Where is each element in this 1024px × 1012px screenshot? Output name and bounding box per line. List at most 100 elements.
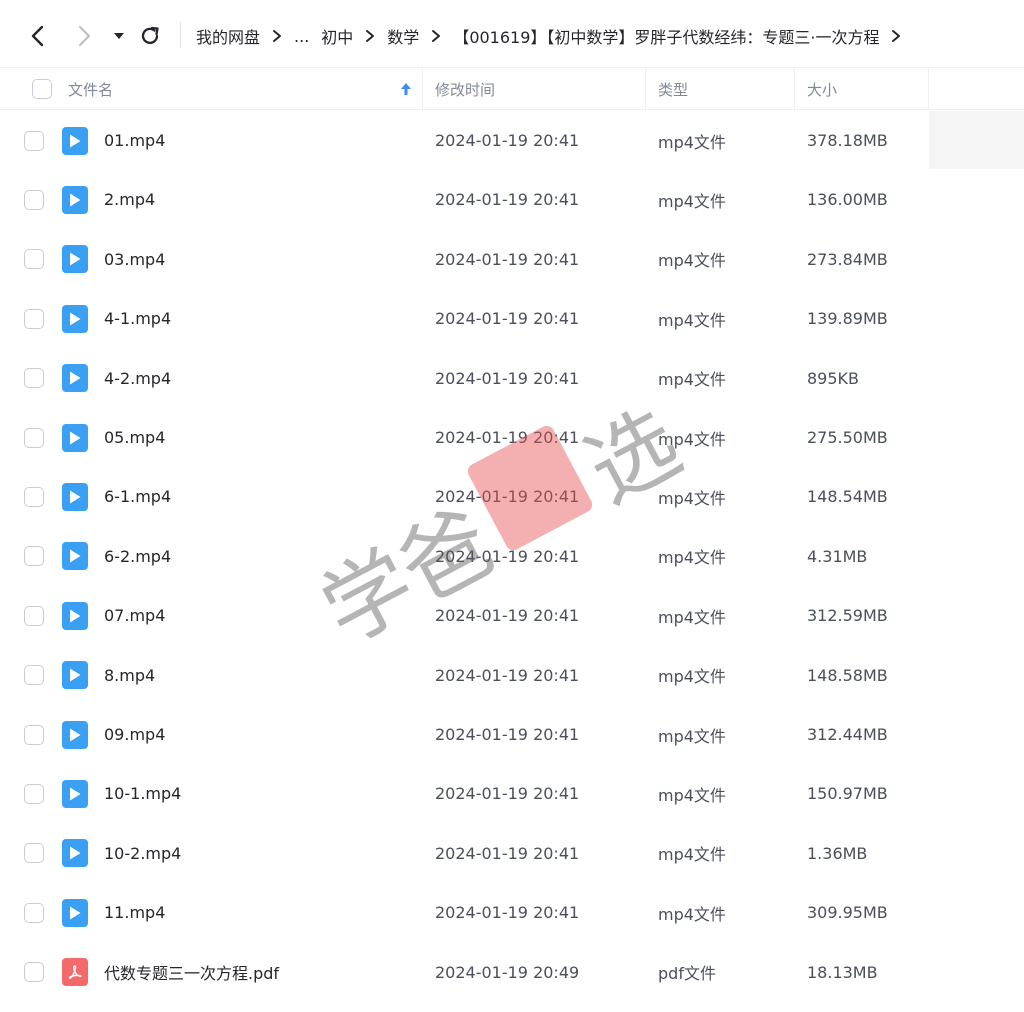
breadcrumb-root[interactable]: 我的网盘 <box>196 24 260 48</box>
table-row[interactable]: 03.mp4 2024-01-19 20:41 mp4文件 273.84MB <box>0 230 1024 289</box>
row-checkbox[interactable] <box>24 546 44 567</box>
breadcrumb: 我的网盘 ... 初中 数学 【001619】【初中数学】罗胖子代数经纬：专题三… <box>196 22 913 50</box>
video-file-icon <box>62 779 88 808</box>
video-file-icon <box>62 720 88 749</box>
file-name[interactable]: 代数专题三一次方程.pdf <box>104 943 279 1002</box>
table-row[interactable]: 11.mp4 2024-01-19 20:41 mp4文件 309.95MB <box>0 883 1024 942</box>
column-divider <box>645 68 646 110</box>
file-name[interactable]: 6-2.mp4 <box>104 527 171 586</box>
video-file-icon <box>62 423 88 452</box>
file-modified-time: 2024-01-19 20:41 <box>435 131 580 150</box>
file-icon-cell <box>62 705 88 764</box>
breadcrumb-separator-icon <box>431 29 441 43</box>
forward-button[interactable] <box>70 22 98 50</box>
row-checkbox-cell <box>24 527 44 586</box>
file-name[interactable]: 11.mp4 <box>104 883 165 942</box>
file-name[interactable]: 05.mp4 <box>104 408 165 467</box>
file-size: 378.18MB <box>807 131 888 150</box>
file-size: 139.89MB <box>807 309 888 329</box>
table-row[interactable]: 4-2.mp4 2024-01-19 20:41 mp4文件 895KB <box>0 349 1024 408</box>
row-checkbox[interactable] <box>24 368 44 389</box>
file-icon-cell <box>62 586 88 645</box>
row-checkbox[interactable] <box>24 783 44 804</box>
file-modified-time: 2024-01-19 20:41 <box>435 725 580 744</box>
file-modified-time: 2024-01-19 20:41 <box>435 843 580 863</box>
row-checkbox[interactable] <box>24 249 44 270</box>
breadcrumb-ellipsis[interactable]: ... <box>294 27 309 46</box>
file-name[interactable]: 2.mp4 <box>104 170 155 229</box>
table-row[interactable]: 6-1.mp4 2024-01-19 20:41 mp4文件 148.54MB <box>0 467 1024 526</box>
file-type: mp4文件 <box>658 607 726 627</box>
file-name[interactable]: 09.mp4 <box>104 705 165 764</box>
row-checkbox[interactable] <box>24 308 44 329</box>
table-row[interactable]: 10-1.mp4 2024-01-19 20:41 mp4文件 150.97MB <box>0 764 1024 823</box>
breadcrumb-separator-icon <box>891 29 901 43</box>
file-icon-cell <box>62 646 88 705</box>
video-file-icon <box>62 245 88 274</box>
file-type: mp4文件 <box>658 845 726 865</box>
row-checkbox[interactable] <box>24 189 44 210</box>
back-button[interactable] <box>24 22 52 50</box>
file-modified-time: 2024-01-19 20:41 <box>435 190 580 210</box>
file-type: mp4文件 <box>658 488 726 508</box>
column-divider <box>928 68 929 110</box>
table-row[interactable]: 05.mp4 2024-01-19 20:41 mp4文件 275.50MB <box>0 408 1024 467</box>
row-checkbox[interactable] <box>24 130 44 151</box>
file-name[interactable]: 07.mp4 <box>104 586 165 645</box>
file-name[interactable]: 01.mp4 <box>104 111 165 170</box>
column-header-size[interactable]: 大小 <box>807 68 837 110</box>
file-name[interactable]: 8.mp4 <box>104 646 155 705</box>
row-checkbox-cell <box>24 883 44 942</box>
row-checkbox[interactable] <box>24 724 44 745</box>
file-type: mp4文件 <box>658 548 726 568</box>
breadcrumb-item-junior-high[interactable]: 初中 <box>321 24 353 48</box>
row-checkbox[interactable] <box>24 486 44 507</box>
row-checkbox[interactable] <box>24 843 44 864</box>
row-checkbox-cell <box>24 764 44 823</box>
file-icon-cell <box>62 170 88 229</box>
refresh-button[interactable] <box>136 22 164 50</box>
table-row[interactable]: 07.mp4 2024-01-19 20:41 mp4文件 312.59MB <box>0 586 1024 645</box>
row-checkbox[interactable] <box>24 605 44 626</box>
toolbar: 我的网盘 ... 初中 数学 【001619】【初中数学】罗胖子代数经纬：专题三… <box>0 0 1024 68</box>
row-checkbox-cell <box>24 408 44 467</box>
row-checkbox[interactable] <box>24 427 44 448</box>
file-modified-time: 2024-01-19 20:41 <box>435 606 580 626</box>
file-modified-time: 2024-01-19 20:49 <box>435 962 580 982</box>
video-file-icon <box>62 601 88 630</box>
file-name[interactable]: 6-1.mp4 <box>104 467 171 526</box>
select-all-checkbox[interactable] <box>32 79 52 99</box>
row-checkbox-cell <box>24 111 44 170</box>
table-row[interactable]: 09.mp4 2024-01-19 20:41 mp4文件 312.44MB <box>0 705 1024 764</box>
column-header-modified[interactable]: 修改时间 <box>435 68 495 110</box>
file-name[interactable]: 10-2.mp4 <box>104 824 181 883</box>
breadcrumb-item-current-folder[interactable]: 【001619】【初中数学】罗胖子代数经纬：专题三·一次方程 <box>453 24 879 48</box>
file-icon-cell <box>62 467 88 526</box>
file-type: mp4文件 <box>658 132 726 152</box>
table-row[interactable]: 10-2.mp4 2024-01-19 20:41 mp4文件 1.36MB <box>0 824 1024 883</box>
table-row[interactable]: 代数专题三一次方程.pdf 2024-01-19 20:49 pdf文件 18.13M… <box>0 943 1024 1002</box>
history-dropdown-button[interactable] <box>105 22 133 50</box>
row-checkbox-cell <box>24 230 44 289</box>
sort-ascending-arrow-icon[interactable] <box>400 68 412 110</box>
row-checkbox[interactable] <box>24 902 44 923</box>
breadcrumb-item-math[interactable]: 数学 <box>387 24 419 48</box>
file-modified-time: 2024-01-19 20:41 <box>435 249 580 269</box>
table-row[interactable]: 4-1.mp4 2024-01-19 20:41 mp4文件 139.89MB <box>0 289 1024 348</box>
file-name[interactable]: 4-1.mp4 <box>104 289 171 348</box>
file-name[interactable]: 10-1.mp4 <box>104 764 181 823</box>
file-name[interactable]: 4-2.mp4 <box>104 349 171 408</box>
table-row[interactable]: 01.mp4 2024-01-19 20:41 mp4文件 378.18MB <box>0 111 1024 170</box>
table-row[interactable]: 6-2.mp4 2024-01-19 20:41 mp4文件 4.31MB <box>0 527 1024 586</box>
file-name[interactable]: 03.mp4 <box>104 230 165 289</box>
column-header-name[interactable]: 文件名 <box>68 68 113 110</box>
file-size: 148.58MB <box>807 665 888 685</box>
column-header-type[interactable]: 类型 <box>658 68 688 110</box>
table-row[interactable]: 8.mp4 2024-01-19 20:41 mp4文件 148.58MB <box>0 646 1024 705</box>
row-checkbox[interactable] <box>24 962 44 983</box>
table-row[interactable]: 2.mp4 2024-01-19 20:41 mp4文件 136.00MB <box>0 170 1024 229</box>
file-size: 150.97MB <box>807 784 888 804</box>
file-size: 275.50MB <box>807 428 888 447</box>
row-checkbox[interactable] <box>24 665 44 686</box>
video-file-icon <box>62 364 88 393</box>
